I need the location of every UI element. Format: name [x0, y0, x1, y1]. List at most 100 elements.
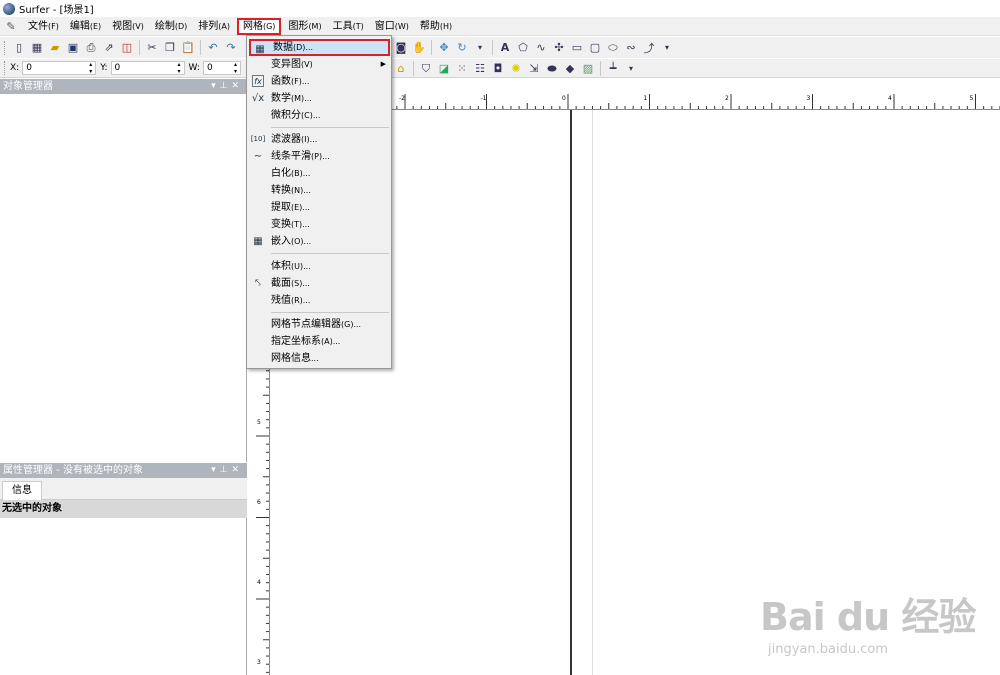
menu-file[interactable]: 文件(F) [24, 18, 63, 35]
ruler-label: 3 [807, 95, 811, 102]
image-map-icon[interactable]: ◘ [490, 61, 506, 77]
new-worksheet-icon[interactable]: ▦ [29, 40, 45, 56]
tab-info[interactable]: 信息 [2, 481, 42, 500]
menu-item-residuals[interactable]: 残值(R)... [249, 292, 390, 309]
export-icon[interactable]: ⇗ [101, 40, 117, 56]
menu-separator [271, 127, 389, 128]
redo-icon[interactable]: ↷ [223, 40, 239, 56]
filter-icon: [10] [250, 135, 266, 143]
toolbar-separator [139, 40, 140, 55]
menu-item-volume[interactable]: 体积(U)... [249, 258, 390, 275]
system-menu-icon[interactable]: ✎ [4, 20, 18, 33]
toolbar-grip[interactable] [4, 61, 7, 75]
ruler-label: 4 [257, 579, 261, 586]
menu-item-grid-info[interactable]: 网格信息... [249, 350, 390, 367]
width-input[interactable]: 0 [202, 61, 241, 75]
menu-arrange[interactable]: 排列(A) [194, 18, 234, 35]
copy-icon[interactable]: ❐ [162, 40, 178, 56]
toolbar-separator [413, 61, 414, 76]
menu-item-function[interactable]: fx 函数(F)... [249, 73, 390, 90]
classed-post-icon[interactable]: ☷ [472, 61, 488, 77]
object-manager-header: 对象管理器 ▾⊥✕ [0, 79, 247, 94]
menu-item-convert[interactable]: 转换(N)... [249, 182, 390, 199]
post-map-icon[interactable]: ⁙ [454, 61, 470, 77]
toolbar-overflow-icon[interactable]: ▾ [659, 40, 675, 56]
shaded-relief-icon[interactable]: ✺ [508, 61, 524, 77]
save-icon[interactable]: ▣ [65, 40, 81, 56]
x-coordinate-input[interactable]: 0 [22, 61, 97, 75]
window-title: Surfer - [场景1] [19, 5, 94, 16]
menu-separator [271, 312, 389, 313]
rotate-icon[interactable]: ✥ [436, 40, 452, 56]
pan-hand-icon[interactable]: ✋ [411, 40, 427, 56]
spline-icon[interactable]: ∾ [623, 40, 639, 56]
undo-icon[interactable]: ↶ [205, 40, 221, 56]
toolbar-grip[interactable] [4, 40, 7, 55]
menu-item-grid-data[interactable]: ▦ 数据(D)... [249, 39, 390, 56]
toolbar-separator [492, 40, 493, 55]
paste-icon[interactable]: 📋 [180, 40, 196, 56]
scale-bar-icon[interactable]: ┷ [605, 61, 621, 77]
menu-window[interactable]: 窗口(W) [371, 18, 413, 35]
reshape-icon[interactable]: ⤴ [641, 40, 657, 56]
menu-item-variogram[interactable]: 变异图(V) ▶ [249, 56, 390, 73]
toolbar-overflow-icon[interactable]: ▾ [623, 61, 639, 77]
menu-item-math[interactable]: √x 数学(M)... [249, 90, 390, 107]
standard-toolbar: ▯ ▦ ▰ ▣ ⎙ ⇗ ◫ ✂ ❐ 📋 ↶ ↷ ◙ ✋ ✥ ↻ ▾ A ⬠ ∿ … [0, 37, 1000, 58]
object-manager-tree[interactable] [0, 94, 247, 462]
toolbar-separator [600, 61, 601, 76]
polyline-icon[interactable]: ∿ [533, 40, 549, 56]
menu-item-grid-node-editor[interactable]: 网格节点编辑器(G)... [249, 316, 390, 333]
baidu-watermark: Bai du 经验 jingyan.baidu.com [760, 580, 990, 670]
panel-controls[interactable]: ▾⊥✕ [211, 79, 243, 94]
base-map-icon[interactable]: ⛉ [418, 61, 434, 77]
menu-draw[interactable]: 绘制(D) [151, 18, 191, 35]
3d-surface-icon[interactable]: ▨ [580, 61, 596, 77]
menu-item-slice[interactable]: ⤣ 截面(S)... [249, 275, 390, 292]
menu-item-assign-coordinate-system[interactable]: 指定坐标系(A)... [249, 333, 390, 350]
zoom-page-icon[interactable]: ◙ [393, 40, 409, 56]
panel-controls[interactable]: ▾⊥✕ [211, 463, 243, 478]
menu-item-filter[interactable]: [10] 滤波器(I)... [249, 131, 390, 148]
menu-item-calculus[interactable]: 微积分(C)... [249, 107, 390, 124]
wireframe-icon[interactable]: ◆ [562, 61, 578, 77]
menu-item-transform[interactable]: 变换(T)... [249, 216, 390, 233]
menu-item-spline-smooth[interactable]: ∼ 线条平滑(P)... [249, 148, 390, 165]
ellipse-icon[interactable]: ⬭ [605, 40, 621, 56]
surface-icon[interactable]: ⬬ [544, 61, 560, 77]
ruler-label: -1 [481, 95, 487, 102]
ruler-label: 1 [644, 95, 648, 102]
menu-tools[interactable]: 工具(T) [329, 18, 368, 35]
print-preview-icon[interactable]: ◫ [119, 40, 135, 56]
rectangle-icon[interactable]: ▭ [569, 40, 585, 56]
symbol-icon[interactable]: ✣ [551, 40, 567, 56]
smooth-icon: ∼ [253, 151, 263, 162]
open-icon[interactable]: ▰ [47, 40, 63, 56]
menu-item-blank[interactable]: 白化(B)... [249, 165, 390, 182]
math-sqrt-icon: √x [251, 93, 265, 104]
menu-view[interactable]: 视图(V) [108, 18, 148, 35]
refresh-icon[interactable]: ↻ [454, 40, 470, 56]
menu-help[interactable]: 帮助(H) [416, 18, 456, 35]
vector-map-icon[interactable]: ⇲ [526, 61, 542, 77]
y-coordinate-input[interactable]: 0 [110, 61, 185, 75]
menu-item-mosaic[interactable]: ▦ 嵌入(O)... [249, 233, 390, 250]
polygon-icon[interactable]: ⬠ [515, 40, 531, 56]
rounded-rectangle-icon[interactable]: ▢ [587, 40, 603, 56]
map-toolbar: ⌂ ⛉ ◪ ⁙ ☷ ◘ ✺ ⇲ ⬬ ◆ ▨ ┷ ▾ [392, 59, 640, 78]
home-icon[interactable]: ⌂ [393, 61, 409, 77]
menu-grid[interactable]: 网格(G) [236, 17, 282, 35]
print-icon[interactable]: ⎙ [83, 40, 99, 56]
ruler-label: 0 [562, 95, 566, 102]
contour-map-icon[interactable]: ◪ [436, 61, 452, 77]
menu-edit[interactable]: 编辑(E) [66, 18, 105, 35]
new-icon[interactable]: ▯ [11, 40, 27, 56]
menu-item-extract[interactable]: 提取(E)... [249, 199, 390, 216]
cut-icon[interactable]: ✂ [144, 40, 160, 56]
page-edge [570, 110, 572, 675]
watermark-logo-text: Bai du 经验 [760, 595, 976, 639]
menu-map[interactable]: 图形(M) [284, 18, 325, 35]
ruler-label: 5 [257, 419, 261, 426]
toolbar-overflow-icon[interactable]: ▾ [472, 40, 488, 56]
text-icon[interactable]: A [497, 40, 513, 56]
